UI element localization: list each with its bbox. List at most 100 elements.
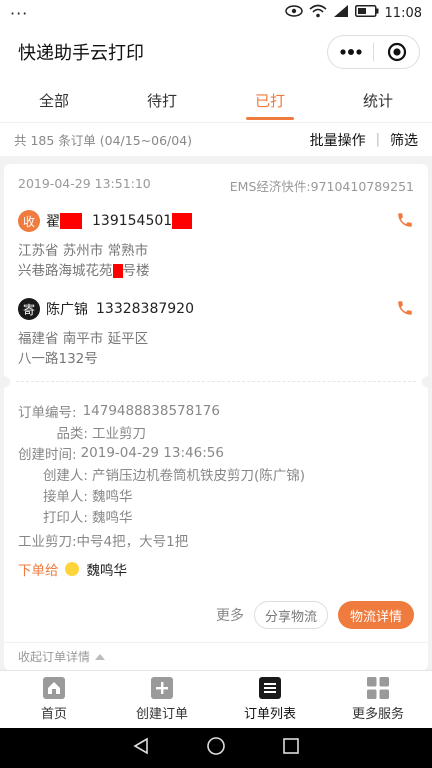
order-header: 2019-04-29 13:51:10 EMS经济快件:971041078925… xyxy=(4,164,428,195)
redaction-mark xyxy=(172,213,193,229)
call-recipient-button[interactable] xyxy=(396,211,414,233)
tab-label: 全部 xyxy=(38,91,69,110)
address-part: 号楼 xyxy=(122,263,150,279)
sender-badge: 寄 xyxy=(18,298,40,320)
tab-pending[interactable]: 待打 xyxy=(108,78,216,122)
nav-label: 首页 xyxy=(40,707,67,722)
redaction-mark xyxy=(112,264,123,278)
detail-row: 订单编号: 1479488838578176 xyxy=(18,400,414,421)
more-dots-icon xyxy=(339,49,362,55)
order-card: 2019-04-29 13:51:10 EMS经济快件:971041078925… xyxy=(0,164,432,670)
tab-all[interactable]: 全部 xyxy=(0,78,108,122)
detail-value: 魏鸣华 xyxy=(92,509,133,526)
detail-key: 创建时间: xyxy=(18,446,77,463)
redaction-mark xyxy=(60,213,82,229)
sender-address-line2: 八一路132号 xyxy=(18,351,98,367)
nav-more-services[interactable]: 更多服务 xyxy=(324,671,432,728)
tracking-number: EMS经济快件:9710410789251 xyxy=(229,179,414,194)
eye-icon xyxy=(284,5,303,21)
nav-home[interactable]: 首页 xyxy=(0,671,108,728)
grid-icon xyxy=(367,677,389,699)
recipient-line: 收 翟 139154501 xyxy=(18,207,414,235)
sender-line: 寄 陈广锦 13328387920 xyxy=(18,295,414,323)
share-logistics-button[interactable]: 分享物流 xyxy=(253,601,328,629)
assign-row: 下单给 魏鸣华 xyxy=(18,558,414,580)
detail-value: 2019-04-29 13:46:56 xyxy=(80,444,224,461)
detail-row: 创建时间: 2019-04-29 13:46:56 xyxy=(18,442,414,463)
batch-operation-button[interactable]: 批量操作 xyxy=(310,130,366,150)
nav-label: 更多服务 xyxy=(351,707,404,722)
phone-icon xyxy=(398,213,412,227)
collapse-label: 收起订单详情 xyxy=(18,650,91,664)
recipient-name: 翟 xyxy=(46,214,60,230)
logistics-detail-button[interactable]: 物流详情 xyxy=(337,601,414,629)
detail-row: 创建人: 产销压边机卷筒机铁皮剪刀(陈广锦) xyxy=(18,463,414,484)
more-menu-button[interactable] xyxy=(328,36,373,68)
detail-key: 订单编号: xyxy=(18,404,77,421)
sender-address-line1: 福建省 南平市 延平区 xyxy=(18,331,149,347)
home-icon xyxy=(43,677,65,699)
sender-name: 陈广锦 xyxy=(46,302,88,318)
close-miniprogram-button[interactable] xyxy=(374,36,419,68)
app-title: 快递助手云打印 xyxy=(18,43,144,64)
dashed-line xyxy=(16,381,416,382)
detail-row: 接单人: 魏鸣华 xyxy=(18,484,414,505)
screen: ··· 11:08 快递助手云打印 全部 待打 已打 统计 共 185 条订单 … xyxy=(0,0,432,768)
nav-label: 订单列表 xyxy=(243,707,296,722)
nav-order-list[interactable]: 订单列表 xyxy=(216,671,324,728)
call-sender-button[interactable] xyxy=(396,299,414,321)
recipient-phone: 139154501 xyxy=(92,213,173,229)
item-note-text: 工业剪刀:中号4把，大号1把 xyxy=(18,533,189,550)
tab-stats[interactable]: 统计 xyxy=(324,78,432,122)
ellipsis-icon: ··· xyxy=(10,3,29,23)
detail-key: 接单人: xyxy=(42,488,88,505)
tab-label: 统计 xyxy=(362,91,393,110)
sender-phone: 13328387920 xyxy=(96,301,194,317)
notch-left xyxy=(0,376,10,388)
item-note: 工业剪刀:中号4把，大号1把 xyxy=(18,529,414,550)
summary-bar: 共 185 条订单 (04/15~06/04) 批量操作 | 筛选 xyxy=(0,122,432,156)
phone-icon xyxy=(398,301,412,315)
filter-button[interactable]: 筛选 xyxy=(390,130,418,150)
detail-key: 品类: xyxy=(56,425,88,442)
order-count: 共 185 条订单 (04/15~06/04) xyxy=(14,133,193,148)
detail-key: 创建人: xyxy=(42,467,88,484)
detail-row: 打印人: 魏鸣华 xyxy=(18,505,414,526)
signal-icon xyxy=(333,4,349,22)
detail-value: 产销压边机卷筒机铁皮剪刀(陈广锦) xyxy=(92,467,306,484)
clock: 11:08 xyxy=(384,5,422,21)
detail-value: 1479488838578176 xyxy=(82,402,220,419)
target-icon xyxy=(387,42,406,62)
nav-label: 创建订单 xyxy=(135,707,188,722)
smile-face-icon xyxy=(64,562,79,576)
order-actions: 更多 分享物流 物流详情 xyxy=(4,600,428,630)
tab-label: 已打 xyxy=(254,91,285,110)
detail-row: 品类: 工业剪刀 xyxy=(18,421,414,442)
tab-label: 待打 xyxy=(146,91,177,110)
status-bar: ··· 11:08 xyxy=(0,0,432,26)
order-tabs: 全部 待打 已打 统计 xyxy=(0,78,432,122)
assignee-name: 魏鸣华 xyxy=(86,563,128,579)
recipient-address-line2: 兴巷路海城花苑 号楼 xyxy=(18,261,414,281)
plus-icon xyxy=(151,677,173,699)
address-part: 兴巷路海城花苑 xyxy=(18,263,113,279)
battery-icon xyxy=(354,5,379,21)
tab-printed[interactable]: 已打 xyxy=(216,78,324,122)
status-icons: 11:08 xyxy=(284,4,422,22)
detail-value: 工业剪刀 xyxy=(92,425,146,442)
recipient-badge: 收 xyxy=(18,210,40,232)
home-circle-icon[interactable] xyxy=(206,736,226,760)
detail-value: 魏鸣华 xyxy=(92,488,133,505)
app-header: 快递助手云打印 xyxy=(0,26,432,78)
order-details: 订单编号: 1479488838578176 品类: 工业剪刀 创建时间: 20… xyxy=(4,400,428,580)
recipient-block: 收 翟 139154501 江苏省 苏州市 常熟市 兴巷路海城花苑 号楼 xyxy=(4,207,428,281)
perforation-divider xyxy=(0,376,432,388)
system-nav-bar xyxy=(0,728,432,768)
back-icon[interactable] xyxy=(132,737,150,759)
sender-block: 寄 陈广锦 13328387920 福建省 南平市 延平区 八一路132号 xyxy=(4,295,428,369)
more-button[interactable]: 更多 xyxy=(216,605,244,625)
nav-create-order[interactable]: 创建订单 xyxy=(108,671,216,728)
recents-icon[interactable] xyxy=(282,737,300,759)
collapse-details-toggle[interactable]: 收起订单详情 xyxy=(4,642,428,670)
bottom-nav: 首页 创建订单 订单列表 更多服务 xyxy=(0,670,432,728)
